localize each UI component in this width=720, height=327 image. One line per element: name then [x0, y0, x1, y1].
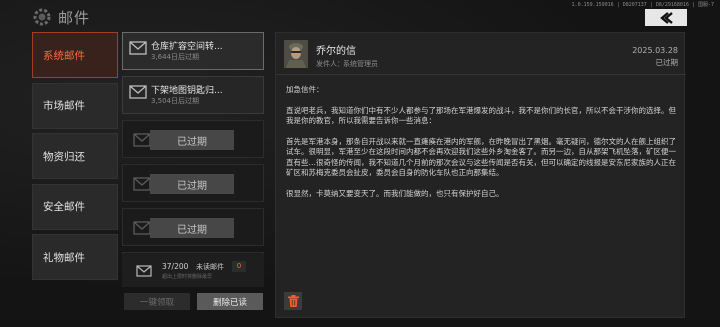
expired-badge: 已过期: [150, 174, 234, 194]
mail-paragraph: 很显然，卡莫纳又要变天了。而我们能做的，也只有保护好自己。: [286, 188, 504, 198]
envelope-icon: [129, 85, 147, 99]
mail-body: 加急信件： 直说吧老兵，我知道你们中有不少人都参与了那场在军港爆发的战斗，我不是…: [286, 85, 678, 209]
list-item[interactable]: 下架地图钥匙归... 3,504日后过期: [122, 76, 264, 114]
mail-status: 已过期: [655, 58, 679, 67]
envelope-icon: [133, 177, 151, 191]
sender-label: 发件人：: [316, 60, 344, 68]
mail-date: 2025.03.28: [632, 46, 678, 55]
list-item[interactable]: 已过期: [122, 120, 264, 158]
nav-item-label: 系统邮件: [43, 49, 85, 62]
nav-item-market-mail[interactable]: 市场邮件: [32, 82, 118, 129]
mail-detail-header: 乔尔的信 发件人： 系统管理员 2025.03.28 已过期: [276, 33, 686, 75]
list-item[interactable]: 已过期: [122, 164, 264, 202]
delete-mail-button[interactable]: [284, 292, 302, 310]
list-item[interactable]: 仓库扩容空间转... 3,644日后过期: [122, 32, 264, 70]
mail-detail-panel: 乔尔的信 发件人： 系统管理员 2025.03.28 已过期 加急信件： 直说吧…: [275, 32, 686, 318]
delete-read-button[interactable]: 删除已读: [197, 293, 263, 310]
mail-detail-title: 乔尔的信: [316, 46, 356, 57]
unread-count-badge: 0: [232, 261, 246, 272]
nav-item-gift-mail[interactable]: 礼物邮件: [32, 234, 118, 281]
nav-item-system-mail[interactable]: 系统邮件: [32, 32, 118, 78]
soldier-portrait-icon: [284, 40, 308, 68]
mail-paragraph: 加急信件：: [286, 85, 324, 94]
mail-item-expiry: 3,504日后过期: [151, 97, 200, 105]
mail-item-expiry: 3,644日后过期: [151, 53, 200, 61]
back-button[interactable]: [645, 9, 687, 26]
mail-item-title: 仓库扩容空间转...: [151, 42, 223, 52]
nav-item-label: 市场邮件: [43, 100, 85, 113]
nav-item-label: 物资归还: [43, 150, 85, 163]
header: 邮件 1.0.159.159016 | D8207137 | D8/291680…: [0, 0, 720, 32]
version-text: 1.0.159.159016 | D8207137 | D8/29168016 …: [571, 2, 714, 8]
nav-item-security-mail[interactable]: 安全邮件: [32, 183, 118, 230]
trash-icon: [287, 295, 299, 307]
mail-count-bar: 37/200 未读邮件 0 超出上限时将删除最早: [122, 254, 264, 287]
envelope-icon: [133, 133, 151, 147]
page-title: 邮件: [58, 9, 91, 27]
sender-name: 系统管理员: [343, 60, 378, 68]
envelope-icon: [129, 41, 147, 55]
mail-list[interactable]: 仓库扩容空间转... 3,644日后过期 下架地图钥匙归... 3,504日后过…: [122, 32, 264, 286]
avatar: [284, 40, 308, 68]
unread-label: 未读邮件: [196, 263, 224, 271]
mail-category-nav: 系统邮件 市场邮件 物资归还 安全邮件 礼物邮件: [32, 32, 118, 285]
chevron-left-icon: [660, 11, 673, 24]
nav-item-supply-return[interactable]: 物资归还: [32, 133, 118, 180]
mail-paragraph: 首先是军港本身，那条自开战以来就一直瘫痪在港内的军舰，在昨晚冒出了黑烟。毫无疑问…: [286, 136, 676, 178]
mail-limit-note: 超出上限时将删除最早: [162, 274, 213, 280]
expired-badge: 已过期: [150, 218, 234, 238]
expired-badge: 已过期: [150, 130, 234, 150]
list-item[interactable]: 已过期: [122, 208, 264, 246]
mail-count: 37/200: [162, 262, 189, 271]
envelope-icon: [136, 265, 152, 277]
nav-item-label: 礼物邮件: [43, 251, 85, 264]
claim-all-button[interactable]: 一键领取: [124, 293, 190, 310]
nav-item-label: 安全邮件: [43, 201, 85, 214]
envelope-icon: [133, 221, 151, 235]
mail-paragraph: 直说吧老兵，我知道你们中有不少人都参与了那场在军港爆发的战斗，我不是你们的长官，…: [286, 105, 676, 126]
gear-icon: [33, 8, 51, 26]
mail-item-title: 下架地图钥匙归...: [151, 86, 223, 96]
